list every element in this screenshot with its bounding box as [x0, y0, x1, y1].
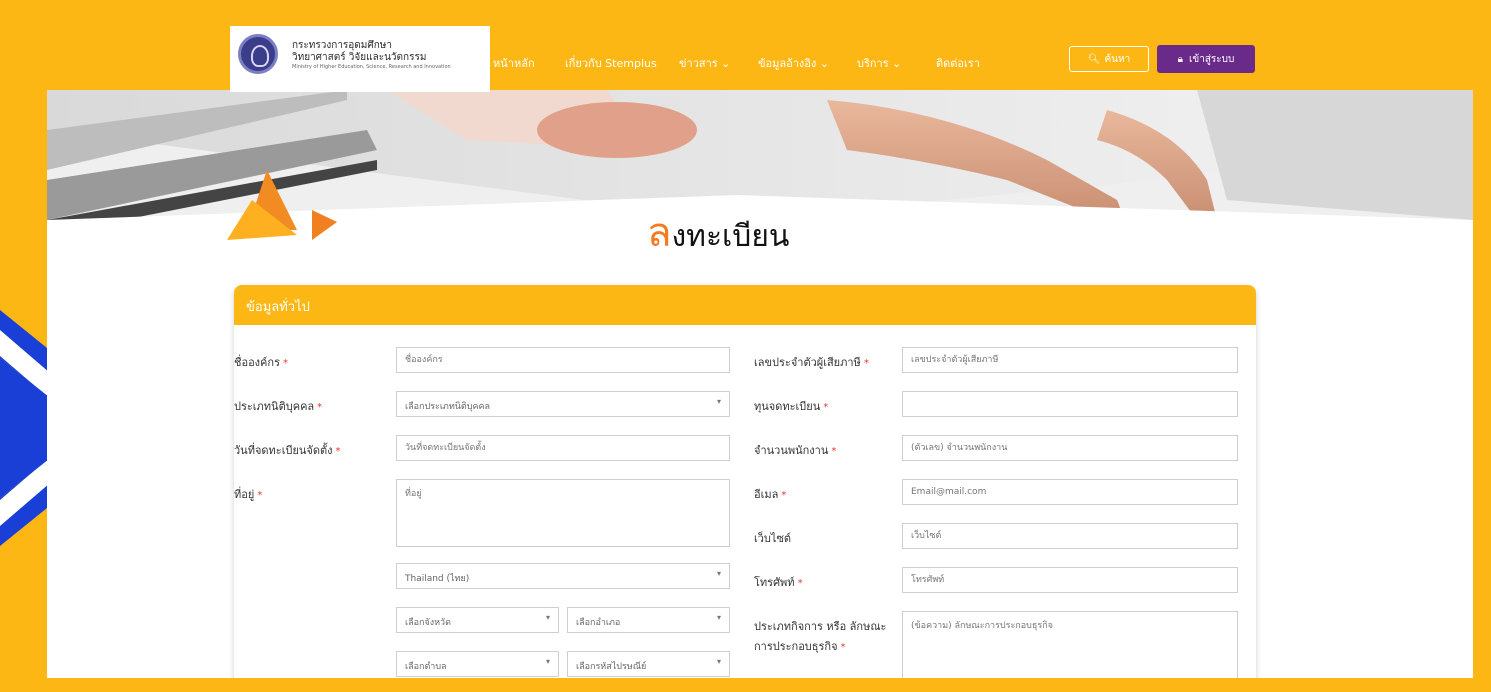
- dropdown-caret-icon: ▾: [716, 613, 721, 622]
- business-type-textarea[interactable]: [902, 611, 1238, 678]
- business-type-label-line1: ประเภทกิจการ หรือ ลักษณะ: [754, 620, 887, 633]
- capital-label: ทุนจดทะเบียน *: [754, 400, 829, 413]
- registration-form-card: ข้อมูลทั่วไป ชื่อองค์กร* ประเภทนิติบุคคล…: [234, 285, 1256, 678]
- province-select[interactable]: เลือกจังหวัด ▾: [396, 607, 559, 633]
- ministry-logo[interactable]: กระทรวงการอุดมศึกษา วิทยาศาสตร์ วิจัยและ…: [230, 26, 490, 92]
- dropdown-caret-icon: ▾: [716, 397, 721, 406]
- top-navigation-bar: กระทรวงการอุดมศึกษา วิทยาศาสตร์ วิจัยและ…: [47, 10, 1473, 92]
- browser-screen: กระทรวงการอุดมศึกษา วิทยาศาสตร์ วิจัยและ…: [47, 10, 1473, 678]
- nav-about[interactable]: เกี่ยวกับ Stemplus: [565, 54, 657, 72]
- tax-id-input[interactable]: [902, 347, 1238, 373]
- capital-input[interactable]: [902, 391, 1238, 417]
- nav-home[interactable]: หน้าหลัก: [493, 54, 535, 72]
- country-select[interactable]: Thailand (ไทย) ▾: [396, 563, 730, 589]
- dropdown-caret-icon: ▾: [545, 657, 550, 666]
- dropdown-caret-icon: ▾: [716, 569, 721, 578]
- chevron-down-icon: ⌄: [721, 57, 731, 70]
- section-header: ข้อมูลทั่วไป: [234, 285, 1256, 325]
- address-textarea[interactable]: [396, 479, 730, 547]
- nav-references[interactable]: ข้อมูลอ้างอิง ⌄: [758, 54, 829, 72]
- reg-date-input[interactable]: [396, 435, 730, 461]
- login-button[interactable]: 🔒︎ เข้าสู่ระบบ: [1157, 45, 1255, 73]
- org-name-label: ชื่อองค์กร *: [234, 356, 288, 369]
- email-input[interactable]: [902, 479, 1238, 505]
- address-label: ที่อยู่ *: [234, 488, 263, 501]
- phone-label: โทรศัพท์ *: [754, 576, 803, 589]
- tax-id-label: เลขประจำตัวผู้เสียภาษี *: [754, 356, 869, 369]
- website-label: เว็บไซต์: [754, 532, 792, 545]
- nav-services[interactable]: บริการ ⌄: [857, 54, 901, 72]
- chevron-down-icon: ⌄: [892, 57, 902, 70]
- entity-type-label: ประเภทนิติบุคคล *: [234, 400, 323, 413]
- ministry-seal-icon: [238, 34, 278, 74]
- chevron-down-icon: ⌄: [819, 57, 829, 70]
- email-label: อีเมล *: [754, 488, 787, 501]
- employees-label: จำนวนพนักงาน *: [754, 444, 837, 457]
- page-title: ลงทะเบียน: [647, 210, 790, 256]
- phone-input[interactable]: [902, 567, 1238, 593]
- section-title: ข้อมูลทั่วไป: [246, 300, 310, 315]
- postcode-select[interactable]: เลือกรหัสไปรษณีย์ ▾: [567, 651, 730, 677]
- search-icon: 🔍︎: [1087, 53, 1101, 65]
- logo-text-line3: Ministry of Higher Education, Science, R…: [292, 64, 451, 70]
- logo-text-line2: วิทยาศาสตร์ วิจัยและนวัตกรรม: [292, 52, 427, 63]
- reg-date-label: วันที่จดทะเบียนจัดตั้ง *: [234, 444, 341, 457]
- subdistrict-select[interactable]: เลือกตำบล ▾: [396, 651, 559, 677]
- nav-contact[interactable]: ติดต่อเรา: [936, 54, 980, 72]
- search-button[interactable]: 🔍︎ ค้นหา: [1069, 46, 1149, 72]
- dropdown-caret-icon: ▾: [545, 613, 550, 622]
- hero-image: [47, 90, 1473, 300]
- website-input[interactable]: [902, 523, 1238, 549]
- nav-news[interactable]: ข่าวสาร ⌄: [679, 54, 730, 72]
- org-name-input[interactable]: [396, 347, 730, 373]
- district-select[interactable]: เลือกอำเภอ ▾: [567, 607, 730, 633]
- employees-input[interactable]: [902, 435, 1238, 461]
- dropdown-caret-icon: ▾: [716, 657, 721, 666]
- entity-type-select[interactable]: เลือกประเภทนิติบุคคล ▾: [396, 391, 730, 417]
- business-type-label-line2: การประกอบธุรกิจ *: [754, 640, 846, 653]
- lock-icon: 🔒︎: [1177, 53, 1183, 65]
